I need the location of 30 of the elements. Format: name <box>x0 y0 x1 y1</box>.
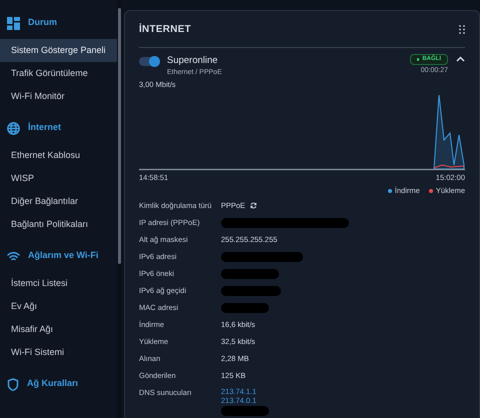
wifi-icon <box>7 250 20 262</box>
sidebar-item[interactable]: Ev Ağı <box>0 295 117 318</box>
scrollbar[interactable] <box>118 8 121 264</box>
sidebar-item[interactable]: Wi-Fi Sistemi <box>0 341 117 364</box>
card-title: İNTERNET <box>139 22 191 36</box>
redaction-mark <box>221 406 269 416</box>
section-heading[interactable]: Ağlarım ve Wi-Fi <box>28 249 98 263</box>
sidebar-item[interactable]: Ethernet Kablosu <box>0 144 117 167</box>
chevron-up-icon[interactable] <box>456 56 465 62</box>
drag-handle-icon[interactable] <box>459 24 465 34</box>
sidebar-item[interactable]: Trafik Görüntüleme <box>0 62 117 85</box>
refresh-icon[interactable] <box>250 202 258 209</box>
toggle-switch[interactable] <box>139 57 159 66</box>
redaction-mark <box>221 302 269 312</box>
globe-icon <box>7 122 20 134</box>
section-heading[interactable]: İnternet <box>28 121 62 135</box>
sidebar-item[interactable]: Diğer Bağlantılar <box>0 190 117 213</box>
sidebar-item[interactable]: İstemci Listesi <box>0 272 117 295</box>
sidebar-item[interactable]: Misafir Ağı <box>0 318 117 341</box>
section-heading[interactable]: Ağ Kuralları <box>27 377 78 391</box>
dashboard-icon <box>7 16 20 30</box>
redaction-mark <box>221 268 279 278</box>
section-heading[interactable]: Durum <box>28 16 57 30</box>
shield-icon <box>7 378 19 390</box>
sidebar-item[interactable]: Bağlantı Politikaları <box>0 213 117 236</box>
sidebar-item[interactable]: Wi-Fi Monitör <box>0 85 117 108</box>
redaction-mark <box>221 286 281 296</box>
sidebar-item[interactable]: Sistem Gösterge Paneli <box>0 39 117 62</box>
connection-name: Superonline <box>167 54 219 68</box>
sidebar-item[interactable]: WISP <box>0 167 117 190</box>
